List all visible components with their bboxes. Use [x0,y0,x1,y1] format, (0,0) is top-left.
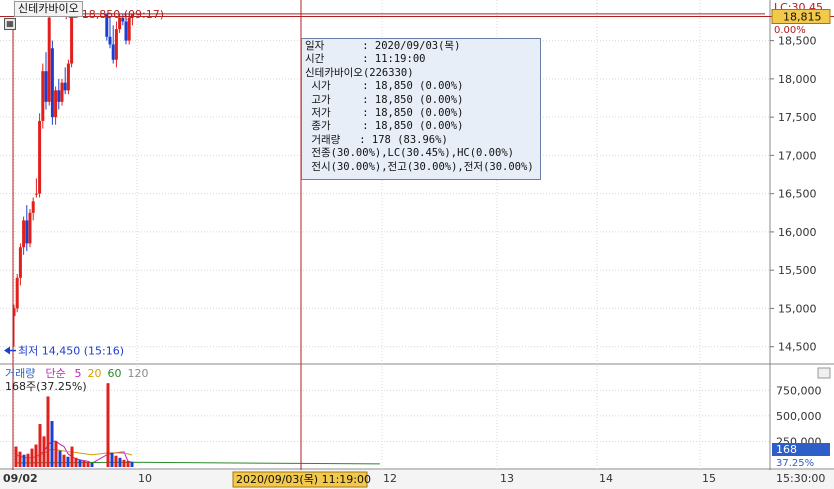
price-tick-label: 16,500 [778,188,817,201]
volume-pct-label: 37.25% [776,458,814,469]
volume-bar [86,461,90,467]
volume-bar [46,396,50,467]
volume-bar [78,459,82,467]
stock-name-label: 신테카바이오 [14,1,83,17]
current-price-label: 18,815 [783,11,822,24]
candle-body [60,82,64,102]
price-tick-label: 17,000 [778,149,817,162]
low-marker-label: 최저 14,450 (15:16) [18,345,124,358]
tooltip-row: 시가 : 18,850 (0.00%) [305,80,464,93]
volume-legend-item: 5 [75,367,82,380]
volume-legend-item: 60 [108,367,122,380]
time-tick-label: 09/02 [3,472,38,485]
volume-bar [54,441,58,467]
volume-legend-item: 거래량 [5,367,35,380]
volume-bar [14,446,18,467]
volume-legend-item: 120 [128,367,149,380]
volume-info-label: 168주(37.25%) [5,380,87,393]
volume-bar [62,454,66,467]
volume-bar [66,456,70,467]
volume-bar [50,421,54,467]
candle-body [70,17,74,64]
candle-body [47,17,51,102]
volume-bar [58,450,62,467]
volume-bar [126,460,130,467]
candle-body [41,71,45,121]
time-tick-label: 10 [138,472,152,485]
volume-bar [70,446,74,467]
candle-body [54,90,58,118]
volume-bar [18,451,22,467]
price-tick-label: 15,000 [778,302,817,315]
tooltip-row: 신테카바이오(226330) [305,66,414,79]
volume-bar [118,457,122,467]
time-tick-label: 15 [702,472,716,485]
price-tick-label: 15,500 [778,264,817,277]
time-tick-label: 13 [500,472,514,485]
tooltip-row: 고가 : 18,850 (0.00%) [305,93,464,106]
grid-toggle-icon[interactable]: ▦ [4,18,16,30]
volume-bar [34,444,38,467]
volume-bar [106,383,110,467]
tooltip-row: 전종(30.00%),LC(30.45%),HC(0.00%) [305,147,514,160]
volume-legend-item: 단순 [46,367,66,380]
time-axis-right-label: 15:30:00 [776,472,825,485]
candle-body [66,63,70,91]
tooltip-row: 전시(30.00%),전고(30.00%),전저(30.00%) [305,160,534,173]
tooltip-row: 시간 : 11:19:00 [305,53,426,66]
volume-bar [82,460,86,467]
volume-scroll-icon [817,367,831,379]
candle-body [22,220,26,248]
price-tick-label: 17,500 [778,111,817,124]
tooltip-row: 종가 : 18,850 (0.00%) [305,120,464,133]
candle-body [108,36,112,45]
candle-body [25,220,29,244]
price-tick-label: 18,500 [778,35,817,48]
candle-body [18,247,22,278]
candle-body [114,29,118,60]
volume-tick-label: 750,000 [776,384,822,397]
pct-label: 0.00% [774,25,806,36]
volume-current-label: 168 [776,443,797,456]
candle-body [50,48,54,118]
candle-body [34,193,38,195]
tooltip-row: 거래량 : 178 (83.96%) [305,133,448,146]
candle-body [31,201,35,213]
time-tick-label: 14 [599,472,613,485]
volume-bar [38,424,42,467]
candle-body [57,90,61,102]
candle-body [111,44,115,60]
candle-body [28,212,32,244]
crosshair-time-label: 2020/09/03(목) 11:19:00 [236,473,371,486]
volume-bar [30,448,34,467]
volume-bar [74,457,78,467]
volume-bar [114,455,118,467]
candle-body [63,82,67,91]
volume-tick-label: 500,000 [776,410,822,423]
price-tick-label: 16,000 [778,226,817,239]
volume-bar [42,436,46,467]
volume-bar [22,454,26,467]
tooltip-row: 일자 : 2020/09/03(목) [305,40,461,52]
price-tick-label: 18,000 [778,73,817,86]
volume-bar [110,452,114,467]
candle-body [38,120,42,194]
candle-body [124,21,128,41]
volume-bar [130,461,134,467]
candle-body [127,17,131,41]
time-tick-label: 12 [383,472,397,485]
candle-body [44,71,48,102]
volume-bar [26,453,30,467]
candle-body [15,277,19,309]
volume-legend-item: 20 [88,367,102,380]
volume-bar [122,459,126,467]
price-tick-label: 14,500 [778,341,817,354]
data-tooltip: 일자 : 2020/09/03(목) 시간 : 11:19:00 신테카바이오(22… [301,38,541,180]
tooltip-row: 저가 : 18,850 (0.00%) [305,106,464,119]
volume-bar [90,462,94,467]
